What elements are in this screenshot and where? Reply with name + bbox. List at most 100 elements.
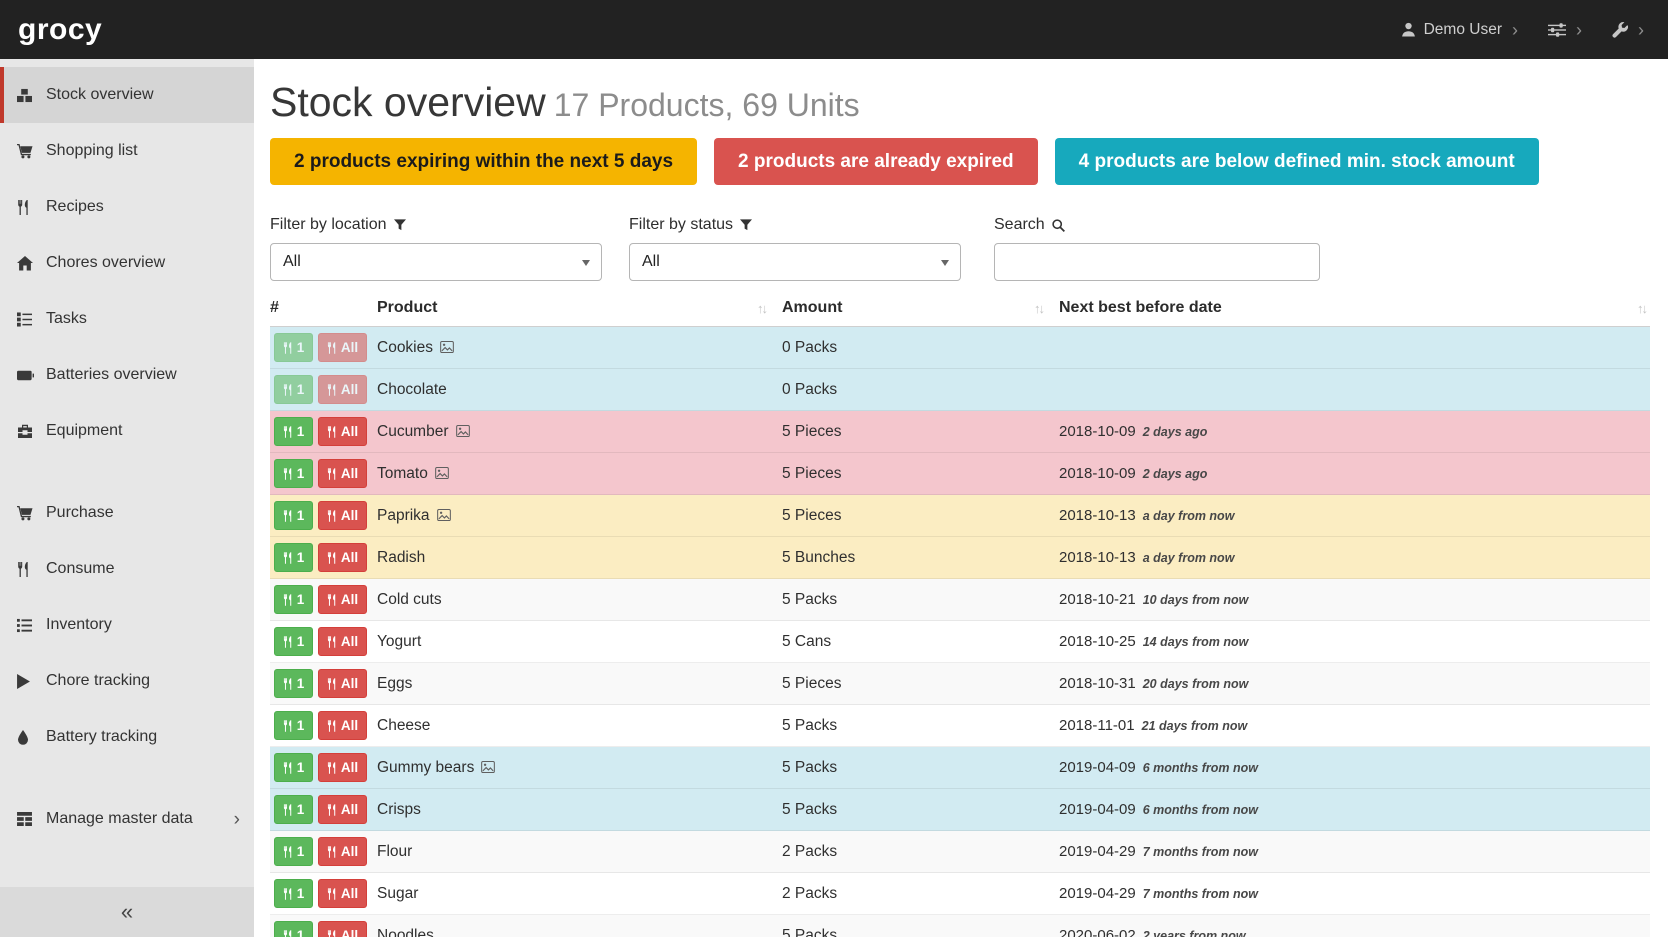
product-image-icon[interactable] <box>440 341 454 353</box>
product-name-link[interactable]: Crisps <box>377 801 421 818</box>
consume-one-button[interactable]: 1 <box>274 753 313 782</box>
consume-one-button[interactable]: 1 <box>274 375 313 404</box>
sidebar-item-shopping-list[interactable]: Shopping list <box>0 123 254 179</box>
expired-alert[interactable]: 2 products are already expired <box>714 138 1038 185</box>
sort-icon[interactable]: ↑↓ <box>1637 301 1646 316</box>
consume-all-button[interactable]: All <box>318 375 367 404</box>
consume-one-button[interactable]: 1 <box>274 795 313 824</box>
sort-icon[interactable]: ↑↓ <box>1034 301 1043 316</box>
consume-one-button[interactable]: 1 <box>274 333 313 362</box>
column-header-hash[interactable]: # <box>270 293 377 327</box>
consume-all-button[interactable]: All <box>318 459 367 488</box>
consume-one-button[interactable]: 1 <box>274 417 313 446</box>
utensils-icon <box>283 846 293 858</box>
product-name-link[interactable]: Eggs <box>377 675 412 692</box>
consume-one-button[interactable]: 1 <box>274 711 313 740</box>
consume-all-button[interactable]: All <box>318 417 367 446</box>
sidebar-item-chores-overview[interactable]: Chores overview <box>0 235 254 291</box>
consume-all-button[interactable]: All <box>318 333 367 362</box>
status-filter-select[interactable]: All <box>629 243 961 281</box>
column-header-amount[interactable]: Amount↑↓ <box>782 293 1059 327</box>
product-name-link[interactable]: Paprika <box>377 507 430 524</box>
consume-one-button[interactable]: 1 <box>274 669 313 698</box>
consume-all-button[interactable]: All <box>318 669 367 698</box>
consume-one-button[interactable]: 1 <box>274 459 313 488</box>
sidebar-item-stock-overview[interactable]: Stock overview <box>0 67 254 123</box>
consume-all-button[interactable]: All <box>318 753 367 782</box>
consume-one-button[interactable]: 1 <box>274 501 313 530</box>
sidebar-item-recipes[interactable]: Recipes <box>0 179 254 235</box>
toolbox-icon <box>17 424 43 438</box>
sidebar-item-manage-master-data[interactable]: Manage master data› <box>0 791 254 847</box>
consume-one-button[interactable]: 1 <box>274 585 313 614</box>
product-name-link[interactable]: Yogurt <box>377 633 421 650</box>
sidebar-item-consume[interactable]: Consume <box>0 541 254 597</box>
product-name-link[interactable]: Sugar <box>377 885 418 902</box>
product-amount: 5 Packs <box>782 747 1059 789</box>
consume-one-button[interactable]: 1 <box>274 543 313 572</box>
play-icon <box>17 674 43 689</box>
sidebar-item-equipment[interactable]: Equipment <box>0 403 254 459</box>
location-filter-select[interactable]: All <box>270 243 602 281</box>
sort-icon[interactable]: ↑↓ <box>757 301 766 316</box>
column-header-product[interactable]: Product↑↓ <box>377 293 782 327</box>
consume-one-button[interactable]: 1 <box>274 879 313 908</box>
sidebar-item-batteries-overview[interactable]: Batteries overview <box>0 347 254 403</box>
sidebar-item-chore-tracking[interactable]: Chore tracking <box>0 653 254 709</box>
consume-one-button[interactable]: 1 <box>274 837 313 866</box>
product-image-icon[interactable] <box>435 467 449 479</box>
consume-all-button[interactable]: All <box>318 585 367 614</box>
home-icon <box>17 256 43 271</box>
consume-one-button[interactable]: 1 <box>274 921 313 937</box>
product-name-link[interactable]: Tomato <box>377 465 428 482</box>
best-before-date: 2018-10-2110 days from now <box>1059 579 1650 621</box>
consume-all-button[interactable]: All <box>318 879 367 908</box>
sidebar-item-label: Chores overview <box>46 254 165 272</box>
app-logo[interactable]: grocy <box>18 13 102 47</box>
product-name-link[interactable]: Radish <box>377 549 425 566</box>
sidebar-item-label: Purchase <box>46 504 114 522</box>
consume-all-button[interactable]: All <box>318 795 367 824</box>
sidebar-item-battery-tracking[interactable]: Battery tracking <box>0 709 254 765</box>
user-menu[interactable]: Demo User › <box>1401 21 1518 39</box>
product-name-link[interactable]: Cold cuts <box>377 591 442 608</box>
best-before-date: 2018-10-13a day from now <box>1059 495 1650 537</box>
consume-all-button[interactable]: All <box>318 711 367 740</box>
product-name-link[interactable]: Cookies <box>377 339 433 356</box>
consume-all-button[interactable]: All <box>318 543 367 572</box>
consume-all-button[interactable]: All <box>318 837 367 866</box>
sidebar-item-purchase[interactable]: Purchase <box>0 485 254 541</box>
sidebar-item-inventory[interactable]: Inventory <box>0 597 254 653</box>
product-name-link[interactable]: Flour <box>377 843 412 860</box>
utensils-icon <box>327 384 337 396</box>
product-amount: 5 Bunches <box>782 537 1059 579</box>
admin-menu[interactable]: › <box>1612 21 1644 39</box>
product-name-link[interactable]: Cheese <box>377 717 430 734</box>
consume-one-button[interactable]: 1 <box>274 627 313 656</box>
search-input[interactable] <box>994 243 1320 281</box>
utensils-icon <box>327 888 337 900</box>
product-name-link[interactable]: Cucumber <box>377 423 449 440</box>
expiring-alert[interactable]: 2 products expiring within the next 5 da… <box>270 138 697 185</box>
utensils-icon <box>327 762 337 774</box>
product-name-link[interactable]: Noodles <box>377 927 434 937</box>
search-block: Search <box>994 216 1320 281</box>
consume-all-button[interactable]: All <box>318 627 367 656</box>
consume-all-button[interactable]: All <box>318 921 367 937</box>
wrench-icon <box>1612 22 1628 38</box>
sidebar-collapse-button[interactable]: « <box>0 887 254 937</box>
below-min-stock-alert[interactable]: 4 products are below defined min. stock … <box>1055 138 1539 185</box>
sidebar-item-tasks[interactable]: Tasks <box>0 291 254 347</box>
utensils-icon <box>283 384 293 396</box>
product-image-icon[interactable] <box>437 509 451 521</box>
consume-all-button[interactable]: All <box>318 501 367 530</box>
product-name-link[interactable]: Chocolate <box>377 381 447 398</box>
product-image-icon[interactable] <box>481 761 495 773</box>
column-header-best-before-date[interactable]: Next best before date↑↓ <box>1059 293 1650 327</box>
settings-menu[interactable]: › <box>1548 21 1582 39</box>
best-before-date: 2019-04-096 months from now <box>1059 789 1650 831</box>
status-filter-label: Filter by status <box>629 216 961 234</box>
product-image-icon[interactable] <box>456 425 470 437</box>
stock-row: 1AllEggs5 Pieces2018-10-3120 days from n… <box>270 663 1650 705</box>
product-name-link[interactable]: Gummy bears <box>377 759 474 776</box>
